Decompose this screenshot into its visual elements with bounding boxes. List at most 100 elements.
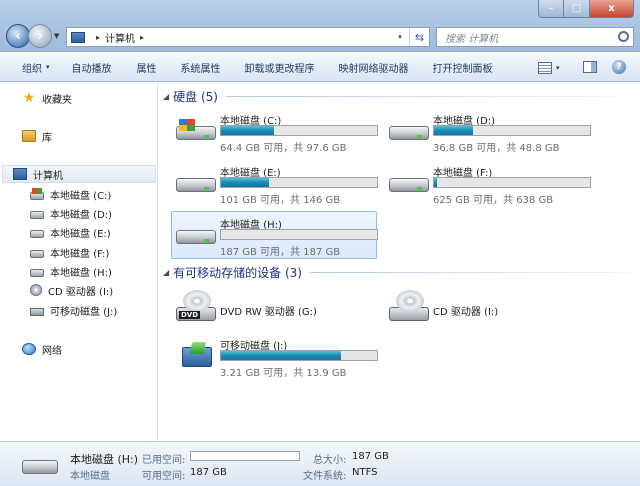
sidebar-item-label: CD 驱动器 (I:): [48, 286, 114, 298]
drive-tile-g[interactable]: DVD DVD RW 驱动器 (G:): [172, 287, 378, 335]
chevron-down-icon: ▾: [556, 63, 560, 72]
removable-disk-icon: [30, 307, 44, 316]
hard-drive-icon: [389, 126, 429, 140]
group-divider: [309, 272, 630, 273]
uninstall-program-button[interactable]: 卸载或更改程序: [245, 53, 315, 82]
details-drive-name: 本地磁盘 (H:): [70, 453, 139, 466]
sidebar-item-drive-j[interactable]: 可移动磁盘 (J:): [30, 301, 117, 319]
sidebar-item-drive-d[interactable]: 本地磁盘 (D:): [30, 204, 112, 222]
system-drive-icon: [30, 187, 44, 200]
open-control-panel-button[interactable]: 打开控制面板: [433, 53, 493, 82]
sidebar-item-label: 本地磁盘 (F:): [50, 248, 110, 260]
library-icon: [22, 130, 36, 142]
sidebar-item-drive-f[interactable]: 本地磁盘 (F:): [30, 243, 109, 261]
drive-usage-bar: [433, 177, 591, 188]
forward-button[interactable]: ›: [28, 24, 52, 48]
change-view-button[interactable]: ▾: [538, 53, 560, 82]
details-fs-value: NTFS: [352, 467, 378, 478]
drive-usage-bar: [220, 229, 378, 240]
group-divider: [225, 96, 616, 97]
sidebar-item-drive-e[interactable]: 本地磁盘 (E:): [30, 223, 111, 241]
hard-drive-icon: [176, 178, 216, 192]
sidebar-item-drive-h[interactable]: 本地磁盘 (H:): [30, 262, 112, 280]
sidebar-item-network[interactable]: 网络: [22, 340, 62, 358]
breadcrumb-separator[interactable]: ▸: [96, 33, 100, 42]
explorer-window: – □ x ‹ › ▼ ▸ 计算机 ▸ ▾ ⇆ 搜索 计算机 组织 ▾ 自动播放 …: [0, 0, 640, 486]
autoplay-button[interactable]: 自动播放: [72, 53, 112, 82]
search-placeholder: 搜索 计算机: [445, 33, 499, 45]
drive-usage-bar: [220, 177, 378, 188]
drive-space-info: 36.8 GB 可用，共 48.8 GB: [433, 143, 560, 154]
details-usage-bar: [190, 451, 300, 461]
properties-button[interactable]: 属性: [137, 53, 157, 82]
sidebar-item-drive-c[interactable]: 本地磁盘 (C:): [30, 185, 111, 203]
drive-space-info: 64.4 GB 可用，共 97.6 GB: [220, 143, 347, 154]
group-title: 硬盘 (5): [173, 90, 218, 104]
search-input[interactable]: 搜索 计算机: [436, 27, 634, 47]
cd-drive-icon: [30, 284, 42, 296]
sidebar-item-libraries[interactable]: 库: [22, 127, 52, 145]
sidebar-item-label: 库: [42, 132, 52, 144]
recent-pages-dropdown[interactable]: ▼: [54, 32, 59, 40]
organize-label: 组织: [22, 63, 42, 75]
sidebar-item-label: 本地磁盘 (E:): [50, 228, 111, 240]
system-properties-button[interactable]: 系统属性: [181, 53, 221, 82]
drive-space-info: 3.21 GB 可用，共 13.9 GB: [220, 368, 347, 379]
sidebar-item-label: 可移动磁盘 (J:): [50, 306, 118, 318]
disc-icon: [183, 290, 211, 312]
drive-space-info: 101 GB 可用，共 146 GB: [220, 195, 341, 206]
breadcrumb-computer[interactable]: 计算机: [105, 30, 135, 45]
drive-tile-f[interactable]: 本地磁盘 (F:) 625 GB 可用，共 638 GB: [385, 160, 591, 208]
hard-drive-icon: [30, 229, 44, 238]
group-header-hard-drives[interactable]: ◢ 硬盘 (5): [163, 88, 616, 105]
usage-fill: [434, 178, 438, 187]
chevron-down-icon: ▾: [46, 63, 50, 71]
sidebar-item-label: 本地磁盘 (H:): [50, 267, 112, 279]
help-icon[interactable]: ?: [612, 60, 626, 74]
minimize-button[interactable]: –: [538, 0, 564, 18]
sidebar-item-favorites[interactable]: ★ 收藏夹: [22, 89, 72, 107]
collapse-icon: ◢: [163, 92, 170, 101]
breadcrumb-separator[interactable]: ▸: [140, 33, 144, 42]
drive-tile-e[interactable]: 本地磁盘 (E:) 101 GB 可用，共 146 GB: [172, 160, 378, 208]
drive-usage-bar: [220, 125, 378, 136]
windows-logo-icon: [179, 119, 195, 131]
cd-drive-icon: [389, 290, 429, 321]
maximize-button[interactable]: □: [564, 0, 590, 18]
navigation-pane: ★ 收藏夹 库 计算机 本地磁盘 (C:) 本地磁盘 (D:) 本地磁盘 (E:)…: [0, 83, 158, 441]
usage-fill: [221, 126, 275, 135]
sidebar-item-drive-i[interactable]: CD 驱动器 (I:): [30, 281, 113, 299]
system-drive-icon: [176, 119, 216, 140]
hard-drive-icon: [30, 268, 44, 277]
hard-drive-icon: [30, 210, 44, 219]
hard-drive-icon: [389, 178, 429, 192]
search-icon[interactable]: [618, 31, 629, 42]
back-button[interactable]: ‹: [6, 24, 30, 48]
drive-usage-bar: [433, 125, 591, 136]
map-network-drive-button[interactable]: 映射网络驱动器: [339, 53, 409, 82]
preview-pane-button[interactable]: [583, 61, 597, 73]
computer-icon: [71, 31, 85, 43]
drive-tile-j[interactable]: 可移动磁盘 (J:) 3.21 GB 可用，共 13.9 GB: [172, 333, 378, 381]
close-button[interactable]: x: [590, 0, 634, 18]
address-bar[interactable]: ▸ 计算机 ▸ ▾ ⇆: [66, 27, 430, 47]
refresh-icon[interactable]: ⇆: [409, 28, 429, 46]
drive-tile-d[interactable]: 本地磁盘 (D:) 36.8 GB 可用，共 48.8 GB: [385, 108, 591, 156]
view-icon: [538, 61, 552, 74]
dvd-logo: DVD: [179, 311, 201, 319]
drive-space-info: 625 GB 可用，共 638 GB: [433, 195, 554, 206]
group-header-removable[interactable]: ◢ 有可移动存储的设备 (3): [163, 264, 630, 281]
dvd-drive-icon: DVD: [176, 290, 216, 321]
drive-name: CD 驱动器 (I:): [433, 307, 499, 318]
sidebar-item-computer[interactable]: 计算机: [2, 165, 156, 183]
drive-tile-c[interactable]: 本地磁盘 (C:) 64.4 GB 可用，共 97.6 GB: [172, 108, 378, 156]
removable-disk-icon: [182, 347, 212, 367]
usage-fill: [434, 126, 473, 135]
usage-fill: [221, 178, 270, 187]
hard-drive-icon: [176, 230, 216, 244]
drive-tile-h[interactable]: 本地磁盘 (H:) 187 GB 可用，共 187 GB: [171, 211, 378, 259]
details-used-label: 已用空间:: [142, 455, 186, 466]
organize-button[interactable]: 组织 ▾: [22, 53, 50, 82]
address-dropdown[interactable]: ▾: [393, 28, 407, 46]
drive-tile-i[interactable]: CD 驱动器 (I:): [385, 287, 591, 335]
